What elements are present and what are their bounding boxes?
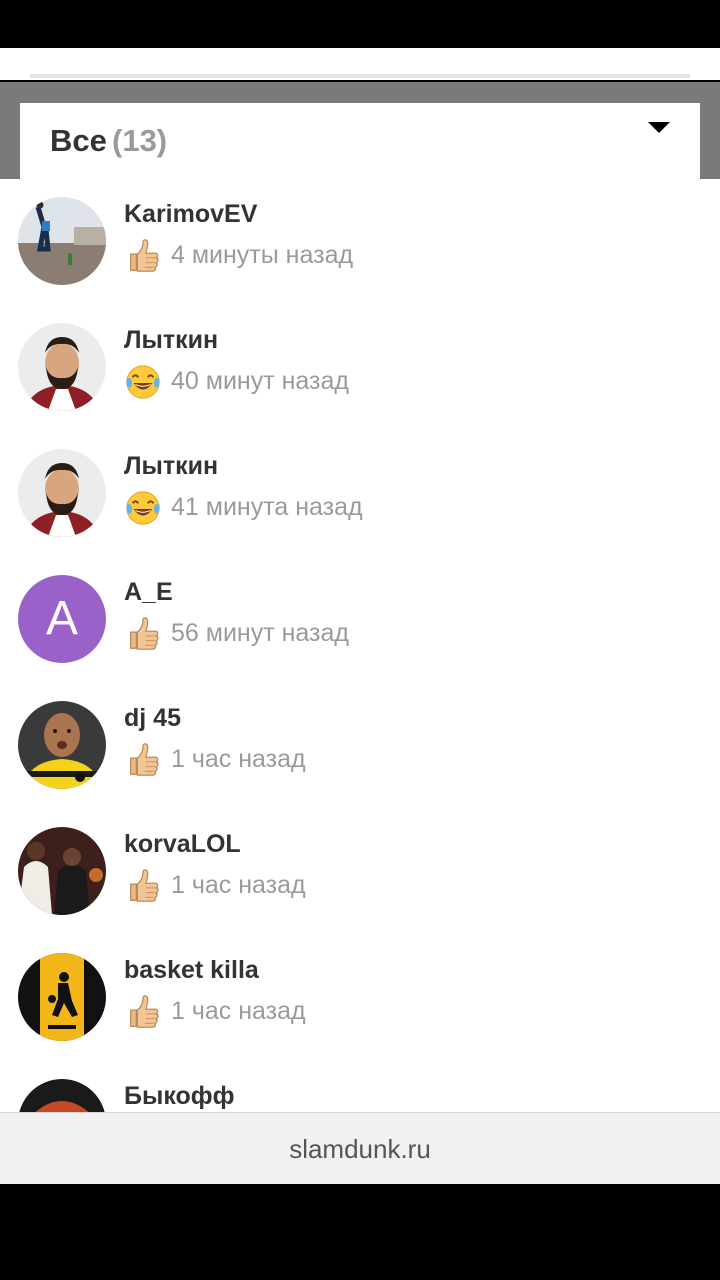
list-item[interactable]: Лыткин 40 минут назад: [0, 305, 720, 431]
thumbs-up-icon: [124, 741, 162, 779]
reaction-filter-dropdown[interactable]: Все (13): [20, 103, 700, 179]
user-name[interactable]: Быкофф: [124, 1082, 235, 1111]
avatar[interactable]: A: [18, 575, 106, 663]
thumbs-up-icon: [124, 237, 162, 275]
user-name[interactable]: dj 45: [124, 704, 181, 733]
user-name[interactable]: basket killa: [124, 956, 259, 985]
avatar[interactable]: [18, 827, 106, 915]
timestamp: 41 минута назад: [171, 493, 363, 521]
page-divider: [30, 74, 690, 78]
laughing-crying-icon: [124, 489, 162, 527]
filter-label: Все: [50, 123, 107, 158]
list-item[interactable]: korvaLOL 1 час назад: [0, 809, 720, 935]
timestamp: 40 минут назад: [171, 367, 349, 395]
list-item[interactable]: A A_E 56 минут назад: [0, 557, 720, 683]
status-bar: [0, 0, 720, 48]
avatar[interactable]: [18, 701, 106, 789]
avatar[interactable]: [18, 953, 106, 1041]
avatar[interactable]: [18, 449, 106, 537]
user-name[interactable]: KarimovEV: [124, 200, 257, 229]
list-item[interactable]: dj 45 1 час назад: [0, 683, 720, 809]
list-item[interactable]: KarimovEV 4 минуты назад: [0, 179, 720, 305]
site-url: slamdunk.ru: [289, 1134, 431, 1164]
timestamp: 4 минуты назад: [171, 241, 354, 269]
avatar[interactable]: [18, 1079, 106, 1112]
browser-address-bar[interactable]: slamdunk.ru: [0, 1112, 720, 1185]
avatar[interactable]: [18, 197, 106, 285]
avatar[interactable]: [18, 323, 106, 411]
thumbs-up-icon: [124, 615, 162, 653]
timestamp: 1 час назад: [171, 745, 306, 773]
list-item[interactable]: Лыткин 41 минута назад: [0, 431, 720, 557]
navigation-bar: [0, 1184, 720, 1280]
timestamp: 1 час назад: [171, 871, 306, 899]
laughing-crying-icon: [124, 363, 162, 401]
thumbs-up-icon: [124, 993, 162, 1031]
chevron-down-icon[interactable]: [648, 122, 670, 133]
user-name[interactable]: A_E: [124, 578, 173, 607]
user-name[interactable]: Лыткин: [124, 326, 218, 355]
filter-count: (13): [112, 123, 168, 158]
user-name[interactable]: korvaLOL: [124, 830, 241, 859]
list-item[interactable]: Быкофф: [0, 1061, 720, 1112]
timestamp: 56 минут назад: [171, 619, 349, 647]
reactions-list[interactable]: KarimovEV 4 минуты назад Лыткин 40 минут…: [0, 179, 720, 1112]
list-item[interactable]: basket killa 1 час назад: [0, 935, 720, 1061]
timestamp: 1 час назад: [171, 997, 306, 1025]
user-name[interactable]: Лыткин: [124, 452, 218, 481]
thumbs-up-icon: [124, 867, 162, 905]
